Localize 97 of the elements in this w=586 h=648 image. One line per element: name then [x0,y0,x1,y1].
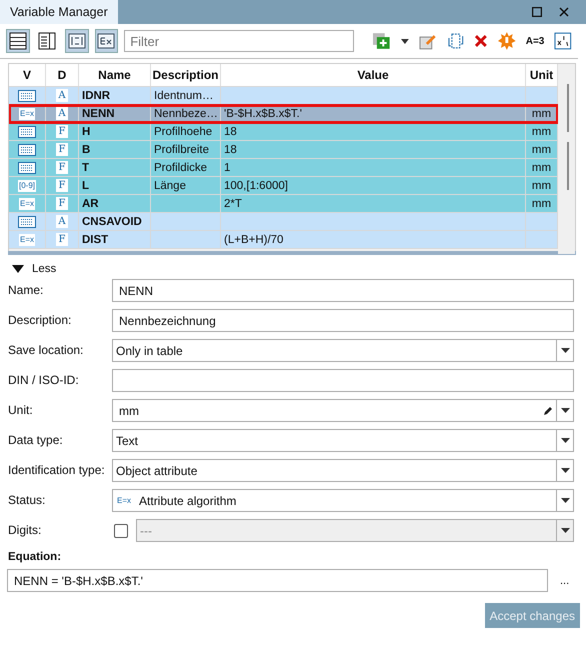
input-field[interactable]: Nennbezeichnung [112,309,574,332]
data-type-icon: A [56,107,68,120]
field-label: Save location: [8,342,84,357]
input-field[interactable] [112,369,574,392]
assign-button[interactable]: A=3 [526,36,544,46]
dropdown-field[interactable]: Text [112,429,574,452]
field-label: Data type: [8,432,64,447]
table-cell: Nennbeze… [151,105,221,122]
table-cell: 18 [221,141,526,158]
variable-type-icon: E=x [18,234,35,246]
caret-icon [560,468,570,473]
column-header[interactable]: Name [79,64,151,86]
data-type-icon: F [56,125,68,138]
table-cell: 1 [221,159,526,176]
table-row[interactable]: F T Profildicke 1 mm [9,159,558,177]
table-cell: Profilbreite [151,141,221,158]
range-filter-button[interactable] [65,29,89,53]
column-header[interactable]: Description [151,64,221,86]
table-cell: H [79,123,151,140]
less-toggle[interactable]: Less [12,263,586,275]
table-cell: 2*T [221,195,526,212]
caret-icon [560,498,570,503]
pencil-icon[interactable] [543,406,553,416]
column-header[interactable]: Value [221,64,526,86]
field-label: Name: [8,282,44,297]
close-icon[interactable] [559,7,569,17]
equation-label: Equation: [8,551,62,563]
list-view-button[interactable] [6,29,30,53]
data-type-icon: A [56,215,68,228]
table-cell: B [79,141,151,158]
table-row[interactable]: E=x F DIST (L+B+H)/70 [9,231,558,249]
data-type-icon: A [56,89,68,102]
window-title[interactable]: Variable Manager [0,0,118,24]
formula-icon[interactable] [554,32,572,50]
add-icon[interactable] [372,32,392,50]
grid-icon [18,90,36,102]
data-type-icon: F [56,143,68,156]
table-row[interactable]: F B Profilbreite 18 mm [9,141,558,159]
caret-icon [560,438,570,443]
filter-field[interactable]: Filter [124,30,354,52]
table-cell: 18 [221,123,526,140]
dropdown-field[interactable]: Only in table [112,339,574,362]
column-header[interactable]: V [9,64,46,86]
field-label: DIN / ISO-ID: [8,372,80,387]
table-cell: 100,[1:6000] [221,177,526,194]
grid-icon [18,144,36,156]
table-row[interactable]: E=x F AR 2*T mm [9,195,558,213]
table-cell: AR [79,195,151,212]
column-header[interactable]: D [46,64,79,86]
data-type-icon: F [56,161,68,174]
caret-icon[interactable] [401,38,410,44]
checkbox[interactable] [114,524,128,538]
caret-icon [560,348,570,353]
grid-icon [18,216,36,228]
caret-icon [560,528,570,533]
variable-type-icon: E=x [18,198,35,210]
table-cell: L [79,177,151,194]
table-cell: NENN [79,105,151,122]
variable-type-icon: [0-9] [18,180,36,192]
delete-icon[interactable] [474,34,488,48]
table-row[interactable]: F H Profilhoehe 18 mm [9,123,558,141]
table-row[interactable]: A CNSAVOID [9,213,558,231]
expression-filter-button[interactable] [94,29,118,53]
field-label: Identification type: [8,462,106,477]
data-type-icon: F [56,197,68,210]
table-cell: T [79,159,151,176]
grid-icon [18,162,36,174]
table-cell: Profildicke [151,159,221,176]
status-dropdown[interactable]: E=x Attribute algorithm [112,489,574,512]
dropdown-field[interactable]: Object attribute [112,459,574,482]
copy-icon[interactable] [446,32,464,50]
table-cell: DIST [79,231,151,248]
data-type-icon: F [56,179,68,192]
field-label: Unit: [8,402,34,417]
table-cell: Länge [151,177,221,194]
unit-field[interactable]: mm [112,399,574,422]
maximize-icon[interactable] [532,7,542,17]
table-cell: 'B-$H.x$B.x$T.' [221,105,526,122]
table-row[interactable]: [0-9] F L Länge 100,[1:6000] mm [9,177,558,195]
field-label: Digits: [8,522,42,537]
grid-icon [18,126,36,138]
input-field[interactable]: NENN [112,279,574,302]
variable-type-icon: E=x [18,108,35,120]
table-cell: (L+B+H)/70 [221,231,526,248]
table-cell: CNSAVOID [79,213,151,230]
field-label: Description: [8,312,72,327]
table-cell: Profilhoehe [151,123,221,140]
caret-icon [560,408,570,413]
more-button[interactable]: ... [560,574,570,586]
table-row[interactable]: E=x A NENN Nennbeze… 'B-$H.x$B.x$T.' mm [9,105,558,123]
caret-icon [12,265,24,273]
burst-icon[interactable] [498,32,516,50]
edit-icon[interactable] [419,32,437,50]
data-type-icon: F [56,233,68,246]
table-row[interactable]: A IDNR Identnum… [9,87,558,105]
field-label: Status: [8,492,46,507]
equation-field[interactable]: NENN = 'B-$H.x$B.x$T.' [7,569,548,592]
